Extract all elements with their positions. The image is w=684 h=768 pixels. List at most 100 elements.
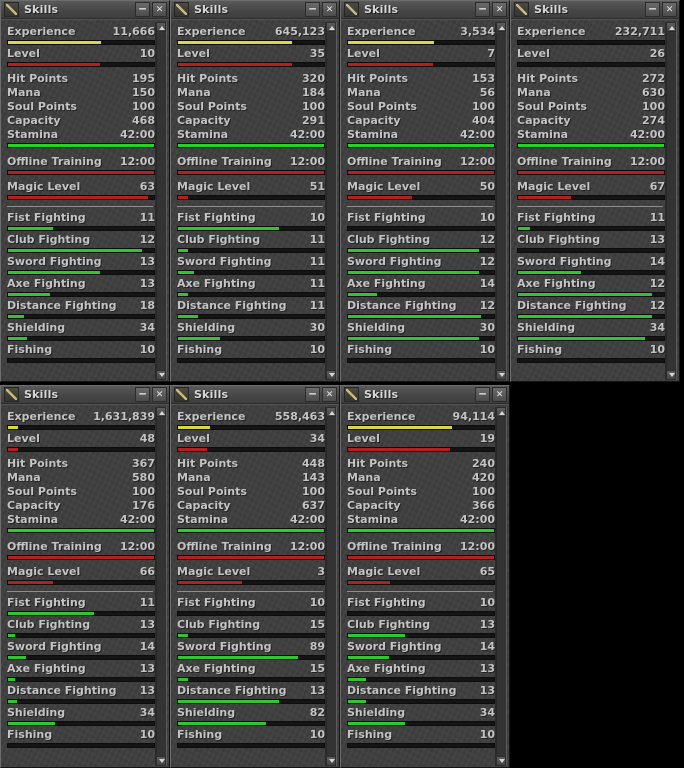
skill-bar <box>517 336 665 341</box>
skill-line: Fist Fighting 10 <box>177 596 325 610</box>
scrollbar-track[interactable] <box>496 418 506 755</box>
scrollbar-track[interactable] <box>666 33 676 369</box>
vertical-scrollbar[interactable] <box>155 22 167 380</box>
vertical-scrollbar[interactable] <box>495 22 507 380</box>
offline-training-label: Offline Training <box>347 155 442 168</box>
skill-row: Shielding 82 <box>177 706 325 726</box>
skill-bar <box>7 248 155 253</box>
experience-row: Experience 558,463 <box>177 410 325 430</box>
minimize-button[interactable]: – <box>135 387 150 402</box>
experience-line: Experience 558,463 <box>177 410 325 424</box>
window-titlebar[interactable]: Skills – ✕ <box>1 386 169 404</box>
scrollbar-track[interactable] <box>326 418 336 755</box>
soul-points-value: 100 <box>132 485 155 498</box>
scroll-up-arrow-icon[interactable] <box>156 22 166 32</box>
vertical-scrollbar[interactable] <box>665 22 677 380</box>
skill-value: 13 <box>139 684 155 697</box>
close-button[interactable]: ✕ <box>492 387 507 402</box>
capacity-label: Capacity <box>347 499 401 512</box>
stamina-bar <box>347 528 495 533</box>
scrollbar-track[interactable] <box>156 418 166 755</box>
triangle-down-icon <box>499 759 505 763</box>
minimize-button[interactable]: – <box>305 387 320 402</box>
experience-label: Experience <box>7 25 76 38</box>
experience-line: Experience 232,711 <box>517 25 665 39</box>
scroll-up-arrow-icon[interactable] <box>156 407 166 417</box>
skill-label: Fist Fighting <box>177 211 256 224</box>
offline-training-row: Offline Training 12:00 <box>7 540 155 560</box>
skill-row: Axe Fighting 13 <box>7 277 155 297</box>
scrollbar-track[interactable] <box>326 33 336 369</box>
close-button[interactable]: ✕ <box>322 387 337 402</box>
skill-label: Shielding <box>517 321 576 334</box>
scrollbar-track[interactable] <box>496 33 506 369</box>
skill-label: Club Fighting <box>7 618 91 631</box>
experience-label: Experience <box>347 410 416 423</box>
skill-row: Distance Fighting 13 <box>7 684 155 704</box>
window-titlebar[interactable]: Skills – ✕ <box>1 1 169 19</box>
skill-line: Sword Fighting 14 <box>347 640 495 654</box>
hit-points-label: Hit Points <box>7 457 69 470</box>
minimize-button[interactable]: – <box>645 2 660 17</box>
skills-window: Skills – ✕ Experience 645,123 Level 35 Hit Poin… <box>170 0 340 382</box>
window-titlebar[interactable]: Skills – ✕ <box>511 1 679 19</box>
offline-training-bar <box>347 555 495 560</box>
skill-bar <box>347 677 495 682</box>
minimize-button[interactable]: – <box>475 387 490 402</box>
scroll-down-arrow-icon[interactable] <box>156 370 166 380</box>
stamina-bar-fill <box>8 144 154 147</box>
scroll-down-arrow-icon[interactable] <box>326 370 336 380</box>
minimize-button[interactable]: – <box>475 2 490 17</box>
scroll-down-arrow-icon[interactable] <box>666 370 676 380</box>
scroll-up-arrow-icon[interactable] <box>666 22 676 32</box>
window-titlebar[interactable]: Skills – ✕ <box>341 386 509 404</box>
scroll-down-arrow-icon[interactable] <box>156 756 166 766</box>
scroll-up-arrow-icon[interactable] <box>496 407 506 417</box>
scroll-up-arrow-icon[interactable] <box>326 22 336 32</box>
experience-bar-fill <box>178 41 292 44</box>
minimize-button[interactable]: – <box>135 2 150 17</box>
vertical-scrollbar[interactable] <box>155 407 167 766</box>
close-button[interactable]: ✕ <box>662 2 677 17</box>
scrollbar-track[interactable] <box>156 33 166 369</box>
window-body: Experience 11,666 Level 10 Hit Points 195 Mana… <box>1 19 169 381</box>
magic-level-label: Magic Level <box>347 180 421 193</box>
skill-row: Fishing 10 <box>177 728 325 748</box>
skill-bar-fill <box>348 722 405 725</box>
scroll-down-arrow-icon[interactable] <box>326 756 336 766</box>
skill-row: Fist Fighting 10 <box>347 211 495 231</box>
offline-training-bar-fill <box>348 171 494 174</box>
scroll-up-arrow-icon[interactable] <box>326 407 336 417</box>
scroll-up-arrow-icon[interactable] <box>496 22 506 32</box>
vertical-scrollbar[interactable] <box>495 407 507 766</box>
level-label: Level <box>347 432 380 445</box>
close-button[interactable]: ✕ <box>322 2 337 17</box>
close-button[interactable]: ✕ <box>492 2 507 17</box>
skill-row: Axe Fighting 14 <box>347 277 495 297</box>
vertical-scrollbar[interactable] <box>325 407 337 766</box>
scroll-down-arrow-icon[interactable] <box>496 756 506 766</box>
window-titlebar[interactable]: Skills – ✕ <box>171 386 339 404</box>
soul-points-value: 100 <box>302 485 325 498</box>
offline-training-bar-fill <box>348 556 494 559</box>
vertical-scrollbar[interactable] <box>325 22 337 380</box>
level-line: Level 26 <box>517 47 665 61</box>
close-button[interactable]: ✕ <box>152 387 167 402</box>
skill-label: Fishing <box>177 343 223 356</box>
close-button[interactable]: ✕ <box>152 2 167 17</box>
skill-label: Distance Fighting <box>517 299 627 312</box>
skill-line: Axe Fighting 13 <box>7 277 155 291</box>
experience-label: Experience <box>7 410 76 423</box>
hit-points-value: 320 <box>302 72 325 85</box>
minimize-button[interactable]: – <box>305 2 320 17</box>
skill-line: Distance Fighting 12 <box>517 299 665 313</box>
experience-value: 1,631,839 <box>93 410 155 423</box>
capacity-row: Capacity 176 <box>7 499 155 513</box>
window-titlebar[interactable]: Skills – ✕ <box>341 1 509 19</box>
skill-bar-fill <box>518 271 581 274</box>
scroll-down-arrow-icon[interactable] <box>496 370 506 380</box>
magic-level-bar-fill <box>8 581 54 584</box>
window-titlebar[interactable]: Skills – ✕ <box>171 1 339 19</box>
skill-bar <box>7 633 155 638</box>
mana-value: 150 <box>132 86 155 99</box>
